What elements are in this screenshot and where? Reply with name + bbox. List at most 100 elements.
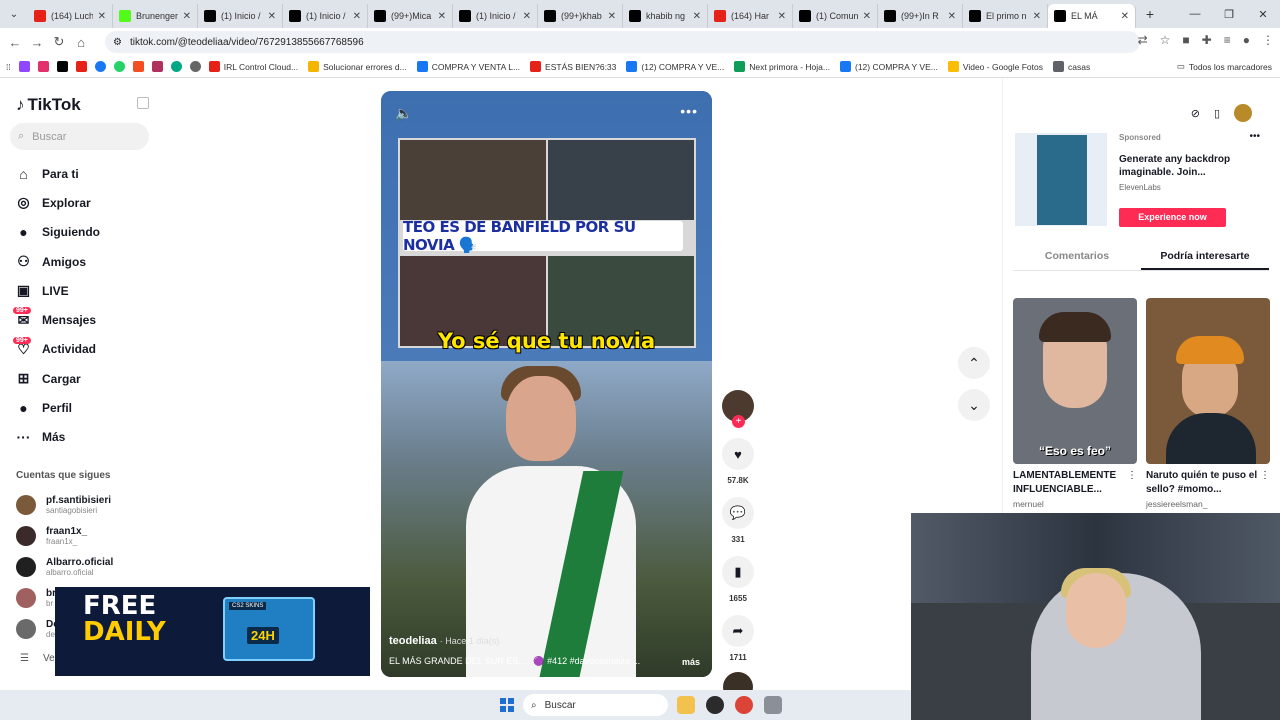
extension-icon[interactable]: ■ xyxy=(1182,33,1189,47)
bookmark-item[interactable]: Next primora - Hoja... xyxy=(734,61,830,72)
tab-search-dropdown[interactable]: ⌄ xyxy=(0,9,28,20)
taskbar-search[interactable]: ⌕ Buscar xyxy=(523,694,668,716)
forward-button[interactable]: → xyxy=(26,35,48,50)
see-more[interactable]: ☰ Ve xyxy=(20,653,55,664)
maximize-button[interactable]: ❐ xyxy=(1212,8,1246,21)
browser-tab[interactable]: El primo n ✕ xyxy=(963,4,1048,28)
reload-button[interactable]: ↻ xyxy=(48,34,70,50)
browser-tab[interactable]: (1) Comun ✕ xyxy=(793,4,878,28)
browser-tab[interactable]: (99+)In R ✕ xyxy=(878,4,963,28)
experience-now-button[interactable]: Experience now xyxy=(1119,208,1226,227)
tab-close-icon[interactable]: ✕ xyxy=(778,11,786,22)
share-icon[interactable]: ➦ xyxy=(722,615,754,647)
volume-icon[interactable]: 🔈 xyxy=(395,105,412,122)
suggestion-more-icon[interactable]: ⋮ xyxy=(1127,470,1137,481)
bookmark-item[interactable]: casas xyxy=(1053,61,1090,72)
tab-comentarios[interactable]: Comentarios xyxy=(1013,243,1141,270)
sidebar-item-actividad[interactable]: ♡ Actividad 99+ xyxy=(13,335,100,364)
tab-close-icon[interactable]: ✕ xyxy=(438,11,446,22)
sponsored-more-icon[interactable]: ••• xyxy=(1249,131,1260,142)
bookmark-icon[interactable]: ▮ xyxy=(722,556,754,588)
extensions-puzzle-icon[interactable]: ✚ xyxy=(1202,33,1212,47)
sidebar-item-mensajes[interactable]: ✉ Mensajes 99+ xyxy=(13,305,100,334)
url-field[interactable]: ⚙ tiktok.com/@teodeliaa/video/7672913855… xyxy=(105,31,1140,53)
video-player[interactable]: TEO ES DE BANFIELD POR SU NOVIA 🗣️ Yo sé… xyxy=(381,91,712,677)
video-more-icon[interactable]: ••• xyxy=(680,103,698,119)
app-bookmark-icon[interactable] xyxy=(151,61,163,72)
home-button[interactable]: ⌂ xyxy=(70,35,92,50)
comment-action[interactable]: 💬 331 xyxy=(721,497,755,544)
tab-close-icon[interactable]: ✕ xyxy=(863,11,871,22)
profile-avatar[interactable]: ● xyxy=(1243,33,1250,47)
microsoft-bookmark-icon[interactable] xyxy=(132,61,144,72)
chrome-icon[interactable] xyxy=(735,696,753,714)
translate-icon[interactable]: ⇄ xyxy=(1138,33,1148,47)
search-input[interactable]: ⌕ Buscar xyxy=(10,123,149,150)
tab-podria-interesarte[interactable]: Podría interesarte xyxy=(1141,243,1269,270)
tab-close-icon[interactable]: ✕ xyxy=(608,11,616,22)
back-button[interactable]: ← xyxy=(4,35,26,50)
video-more-link[interactable]: más xyxy=(682,657,700,667)
close-window-button[interactable]: ✕ xyxy=(1246,8,1280,21)
browser-tab[interactable]: (99+)khab ✕ xyxy=(538,4,623,28)
tab-close-icon[interactable]: ✕ xyxy=(523,11,531,22)
windows-start-icon[interactable] xyxy=(500,698,514,712)
facebook-bookmark-icon[interactable] xyxy=(94,61,106,72)
user-avatar[interactable] xyxy=(1234,104,1252,122)
whatsapp-bookmark-icon[interactable] xyxy=(113,61,125,72)
sidebar-item-live[interactable]: ▣ LIVE xyxy=(15,276,100,305)
tab-close-icon[interactable]: ✕ xyxy=(353,11,361,22)
browser-tab[interactable]: (164) Luch ✕ xyxy=(28,4,113,28)
app-icon[interactable] xyxy=(706,696,724,714)
sponsored-title[interactable]: Generate any backdrop imaginable. Join..… xyxy=(1119,153,1239,179)
collapse-sidebar-icon[interactable] xyxy=(137,97,149,109)
youtube-bookmark-icon[interactable] xyxy=(75,61,87,72)
browser-tab[interactable]: EL MÁ ✕ xyxy=(1048,4,1136,28)
apps-icon[interactable]: ⁞⁞ xyxy=(6,62,11,72)
sidebar-item-amigos[interactable]: ⚇ Amigos xyxy=(15,247,100,276)
sidebar-item-para-ti[interactable]: ⌂ Para ti xyxy=(15,159,100,188)
suggestion-title[interactable]: Naruto quién te puso el sello? #momo... xyxy=(1146,469,1264,497)
browser-tab[interactable]: (1) Inicio / ✕ xyxy=(453,4,538,28)
browser-tab[interactable]: khabib ng ✕ xyxy=(623,4,708,28)
browser-tab[interactable]: (1) Inicio / ✕ xyxy=(198,4,283,28)
suggestion-title[interactable]: LAMENTABLEMENTE INFLUENCIABLE... xyxy=(1013,469,1131,497)
sponsored-image[interactable] xyxy=(1015,133,1107,226)
followed-account[interactable]: fraan1x_ fraan1x_ xyxy=(16,520,113,551)
tab-close-icon[interactable]: ✕ xyxy=(1033,11,1041,22)
sidebar-item-más[interactable]: ··· Más xyxy=(15,423,100,452)
media-icon[interactable]: ≡ xyxy=(1224,33,1231,47)
bookmark-item[interactable]: (12) COMPRA Y VE... xyxy=(626,61,724,72)
chevron-up-icon[interactable]: ⌃ xyxy=(958,347,990,379)
snipping-tool-icon[interactable] xyxy=(764,696,782,714)
bookmark-item[interactable]: (12) COMPRA Y VE... xyxy=(840,61,938,72)
follow-plus-icon[interactable]: + xyxy=(732,415,745,428)
suggestion-more-icon[interactable]: ⋮ xyxy=(1260,470,1270,481)
share-action[interactable]: ➦ 1711 xyxy=(721,615,755,662)
minimize-button[interactable]: — xyxy=(1178,8,1212,20)
suggestion-card[interactable]: Naruto quién te puso el sello? #momo... … xyxy=(1146,298,1270,509)
suggestion-author[interactable]: jessiereelsman_ xyxy=(1146,499,1270,509)
x-bookmark-icon[interactable] xyxy=(56,61,68,72)
tab-close-icon[interactable]: ✕ xyxy=(948,11,956,22)
suggestion-card[interactable]: “Eso es feo” LAMENTABLEMENTE INFLUENCIAB… xyxy=(1013,298,1137,509)
bookmark-star-icon[interactable]: ☆ xyxy=(1160,33,1171,47)
browser-tab[interactable]: Brunenger ✕ xyxy=(113,4,198,28)
suggestion-thumbnail[interactable] xyxy=(1146,298,1270,464)
bookmark-item[interactable]: ESTÁS BIEN?6:33 xyxy=(530,61,616,72)
tab-close-icon[interactable]: ✕ xyxy=(268,11,276,22)
chat-bookmark-icon[interactable] xyxy=(170,61,182,72)
bookmark-item[interactable]: Solucionar errores d... xyxy=(308,61,407,72)
web-bookmark-icon[interactable] xyxy=(189,61,201,72)
suggestion-author[interactable]: mernuel xyxy=(1013,499,1137,509)
new-tab-button[interactable]: + xyxy=(1136,6,1164,22)
heart-icon[interactable]: ♥ xyxy=(722,438,754,470)
sidebar-item-siguiendo[interactable]: ● Siguiendo xyxy=(15,218,100,247)
all-bookmarks[interactable]: ▭ Todos los marcadores xyxy=(1177,61,1272,72)
tiktok-logo[interactable]: ♪ TikTok xyxy=(16,95,81,115)
save-action[interactable]: ▮ 1655 xyxy=(721,556,755,603)
file-explorer-icon[interactable] xyxy=(677,696,695,714)
menu-icon[interactable]: ⋮ xyxy=(1262,33,1274,47)
tab-close-icon[interactable]: ✕ xyxy=(693,11,701,22)
video-author[interactable]: teodeliaa xyxy=(389,635,437,647)
